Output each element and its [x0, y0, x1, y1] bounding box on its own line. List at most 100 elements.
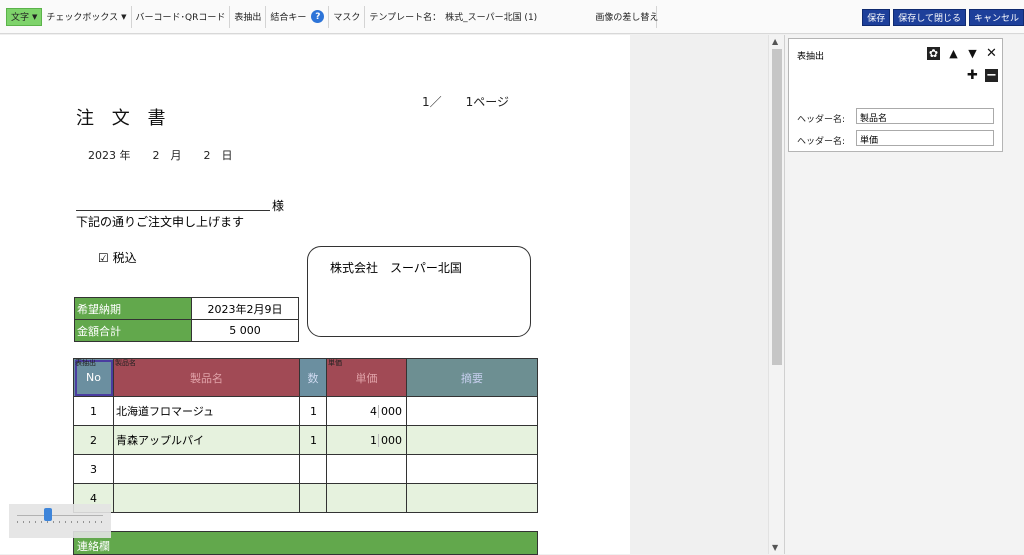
- save-button[interactable]: 保存: [862, 9, 891, 26]
- tax-included-checkbox: ☑ 税込: [98, 251, 137, 265]
- unit-price-tag: 単価: [328, 359, 342, 367]
- row-unit-price: 1 000: [326, 425, 407, 455]
- card-title: 表抽出: [797, 52, 825, 62]
- row-memo: [406, 396, 538, 426]
- items-table: 表抽出 No 製品名 製品名 数 単価 単価 摘要 1 北海道フロマージュ 1 …: [73, 358, 538, 513]
- scroll-up-icon[interactable]: ▲: [772, 37, 778, 46]
- canvas-gutter: [630, 35, 768, 554]
- triangle-down-icon[interactable]: ▼: [966, 47, 979, 60]
- header-quantity[interactable]: 数: [299, 358, 327, 397]
- row-quantity: [299, 454, 327, 484]
- cancel-button[interactable]: キャンセル: [968, 9, 1024, 26]
- save-and-close-button[interactable]: 保存して閉じる: [893, 9, 966, 26]
- mask-tool-button[interactable]: マスク: [329, 5, 366, 28]
- template-name-label: テンプレート名：: [369, 13, 442, 23]
- join-key-button[interactable]: 結合キー ?: [266, 5, 330, 28]
- delivery-label: 希望納期: [74, 297, 192, 320]
- price-thousands: 1: [370, 433, 377, 447]
- header-no-label: No: [86, 371, 101, 384]
- help-icon[interactable]: ?: [311, 10, 325, 23]
- zoom-slider-track: [17, 515, 103, 516]
- close-icon[interactable]: ✕: [985, 47, 998, 60]
- toolbar: 文字 ▼ チェックボックス ▼ バーコード･QRコード 表抽出 結合キー ? マスク…: [0, 0, 1024, 34]
- items-header-row: 表抽出 No 製品名 製品名 数 単価 単価 摘要: [73, 358, 538, 397]
- table-extract-card: 表抽出 ✿ ▲ ▼ ✕ ✚ − ヘッダー名: 製品名 ヘッダー名: 単価: [788, 38, 1003, 152]
- table-row: 3: [73, 454, 538, 484]
- checkbox-tool-label: チェックボックス: [46, 13, 119, 23]
- row-quantity: 1: [299, 425, 327, 455]
- row-unit-price: [326, 454, 407, 484]
- extract-tag: 表抽出: [75, 359, 96, 367]
- customer-name-line: [76, 210, 270, 211]
- delivery-row: 希望納期 2023年2月9日: [74, 297, 299, 320]
- scroll-down-icon[interactable]: ▼: [772, 543, 778, 552]
- row-product-name: 北海道フロマージュ: [113, 396, 300, 426]
- table-row: 2 青森アップルパイ 1 1 000: [73, 425, 538, 455]
- header-name-label: ヘッダー名:: [797, 137, 846, 147]
- plus-icon[interactable]: ✚: [966, 69, 979, 82]
- triangle-up-icon[interactable]: ▲: [947, 47, 960, 60]
- minus-icon[interactable]: −: [985, 69, 998, 82]
- header-unit-price-label: 単価: [355, 371, 378, 385]
- row-memo: [406, 425, 538, 455]
- row-unit-price: [326, 483, 407, 513]
- header-memo-label: 摘要: [461, 371, 483, 385]
- row-memo: [406, 483, 538, 513]
- row-quantity: [299, 483, 327, 513]
- price-remainder: 000: [378, 404, 402, 418]
- row-quantity: 1: [299, 396, 327, 426]
- barcode-tool-button[interactable]: バーコード･QRコード: [132, 5, 231, 28]
- row-product-name: [113, 454, 300, 484]
- row-product-name: [113, 483, 300, 513]
- contact-section: 連絡欄: [73, 531, 538, 555]
- row-no: 1: [73, 396, 114, 426]
- checkbox-tool-button[interactable]: チェックボックス ▼: [42, 5, 132, 28]
- action-buttons: 保存 保存して閉じる キャンセル: [862, 9, 1024, 26]
- price-thousands: 4: [370, 404, 377, 418]
- header-name-field[interactable]: 製品名: [856, 108, 994, 124]
- gear-icon[interactable]: ✿: [927, 47, 940, 60]
- table-extract-button[interactable]: 表抽出: [230, 5, 267, 28]
- header-quantity-label: 数: [307, 371, 319, 385]
- table-row: 1 北海道フロマージュ 1 4 000: [73, 396, 538, 426]
- chevron-down-icon: ▼: [121, 12, 127, 21]
- text-tool-label: 文字: [11, 13, 30, 23]
- order-info-table: 希望納期 2023年2月9日 金額合計 5 000: [74, 297, 299, 342]
- header-no[interactable]: 表抽出 No: [73, 358, 114, 397]
- table-extract-label: 表抽出: [234, 13, 262, 23]
- header-unit-price[interactable]: 単価 単価: [326, 358, 407, 397]
- product-name-tag: 製品名: [115, 359, 136, 367]
- price-remainder: 000: [378, 433, 402, 447]
- table-row: 4: [73, 483, 538, 513]
- row-unit-price: 4 000: [326, 396, 407, 426]
- row-no: 3: [73, 454, 114, 484]
- template-name-value: 株式_スーパー北国 (1): [445, 13, 538, 23]
- header-name-label: ヘッダー名:: [797, 115, 846, 125]
- properties-panel: 表抽出 ✿ ▲ ▼ ✕ ✚ − ヘッダー名: 製品名 ヘッダー名: 単価: [784, 35, 1024, 554]
- company-box: 株式会社 スーパー北国: [307, 246, 531, 337]
- zoom-slider-handle[interactable]: [44, 508, 53, 521]
- vertical-scrollbar[interactable]: ▲ ▼: [768, 35, 784, 554]
- replace-image-label: 画像の差し替え: [595, 13, 659, 23]
- honorific: 様: [272, 199, 285, 213]
- mask-tool-label: マスク: [333, 13, 361, 23]
- order-date: 2023 年 2 月 2 日: [88, 149, 233, 162]
- scrollbar-thumb[interactable]: [772, 49, 782, 365]
- header-name-field[interactable]: 単価: [856, 130, 994, 146]
- company-name: 株式会社 スーパー北国: [330, 261, 462, 275]
- zoom-slider-ticks: [17, 521, 103, 523]
- delivery-value: 2023年2月9日: [191, 297, 299, 320]
- zoom-slider[interactable]: [9, 504, 111, 538]
- header-memo[interactable]: 摘要: [406, 358, 538, 397]
- row-no: 2: [73, 425, 114, 455]
- row-product-name: 青森アップルパイ: [113, 425, 300, 455]
- header-product-name[interactable]: 製品名 製品名: [113, 358, 300, 397]
- header-product-name-label: 製品名: [190, 371, 223, 385]
- template-name-field[interactable]: テンプレート名： 株式_スーパー北国 (1): [365, 6, 591, 28]
- text-tool-button[interactable]: 文字 ▼: [6, 7, 43, 26]
- row-memo: [406, 454, 538, 484]
- total-label: 金額合計: [74, 319, 192, 342]
- page-indicator: 1／ 1ページ: [422, 95, 510, 109]
- total-row: 金額合計 5 000: [74, 319, 299, 342]
- replace-image-button[interactable]: 画像の差し替え: [591, 5, 659, 28]
